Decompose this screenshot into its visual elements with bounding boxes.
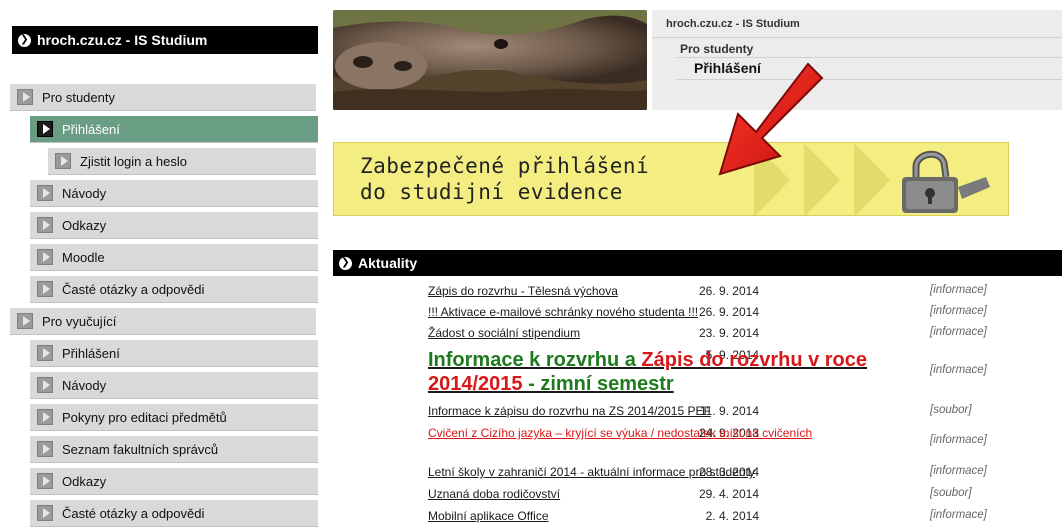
sidebar-item-label: Přihlášení xyxy=(62,345,120,361)
sidebar-item-faq-students[interactable]: Časté otázky a odpovědi xyxy=(30,276,318,303)
site-header: ❯ hroch.czu.cz - IS Studium xyxy=(12,26,318,54)
breadcrumb-site: hroch.czu.cz - IS Studium xyxy=(666,18,800,30)
sidebar-item-pro-studenty[interactable]: Pro studenty xyxy=(10,84,316,111)
expand-arrow-icon xyxy=(37,281,53,297)
news-type-link[interactable]: [informace] xyxy=(930,465,987,477)
sidebar-item-navody-teachers[interactable]: Návody xyxy=(30,372,318,399)
sidebar: ❯ hroch.czu.cz - IS Studium Pro studenty… xyxy=(0,0,326,528)
sidebar-item-seznam-spravcu[interactable]: Seznam fakultních správců xyxy=(30,436,318,463)
expand-arrow-icon xyxy=(37,441,53,457)
sidebar-item-label: Pro studenty xyxy=(42,89,115,105)
news-type-link[interactable]: [soubor] xyxy=(930,404,972,416)
sidebar-item-navody-students[interactable]: Návody xyxy=(30,180,318,207)
expand-arrow-icon xyxy=(37,249,53,265)
sidebar-item-zjistit-login[interactable]: Zjistit login a heslo xyxy=(48,148,316,175)
news-type-link[interactable]: [soubor] xyxy=(930,487,972,499)
sidebar-item-label: Návody xyxy=(62,377,107,393)
news-link[interactable]: !!! Aktivace e-mailové schránky nového s… xyxy=(428,305,888,319)
sidebar-item-prihlaseni-students[interactable]: Přihlášení xyxy=(30,116,318,143)
expand-arrow-icon xyxy=(55,153,71,169)
sidebar-item-pro-vyucujici[interactable]: Pro vyučující xyxy=(10,308,316,335)
news-type-link[interactable]: [informace] xyxy=(930,284,987,296)
sidebar-item-pokyny-editace[interactable]: Pokyny pro editaci předmětů xyxy=(30,404,318,431)
banner-text: Zabezpečené přihlášení do studijní evide… xyxy=(360,153,649,205)
expand-arrow-icon xyxy=(37,121,53,137)
expand-arrow-icon xyxy=(37,473,53,489)
expand-arrow-icon xyxy=(37,345,53,361)
bullet-arrow-icon: ❯ xyxy=(339,256,352,270)
hippo-photo xyxy=(333,10,647,110)
sidebar-item-label: Časté otázky a odpovědi xyxy=(62,281,205,297)
sidebar-item-odkazy-students[interactable]: Odkazy xyxy=(30,212,318,239)
news-link[interactable]: Letní školy v zahraničí 2014 - aktuální … xyxy=(428,465,888,479)
news-link[interactable]: Uznaná doba rodičovství xyxy=(428,487,888,501)
news-type-link[interactable]: [informace] xyxy=(930,305,987,317)
sidebar-item-label: Návody xyxy=(62,185,107,201)
news-type-link[interactable]: [informace] xyxy=(930,434,987,446)
sidebar-item-faq-teachers[interactable]: Časté otázky a odpovědi xyxy=(30,500,318,527)
expand-arrow-icon xyxy=(37,409,53,425)
sidebar-item-odkazy-teachers[interactable]: Odkazy xyxy=(30,468,318,495)
expand-arrow-icon xyxy=(37,505,53,521)
news-link[interactable]: Zápis do rozvrhu - Tělesná výchova xyxy=(428,284,888,298)
news-title: Aktuality xyxy=(358,255,418,271)
sidebar-item-label: Moodle xyxy=(62,249,105,265)
news-type-link[interactable]: [informace] xyxy=(930,509,987,521)
banner-line-1: Zabezpečené přihlášení xyxy=(360,154,650,178)
sidebar-item-label: Odkazy xyxy=(62,217,107,233)
chevron-decoration xyxy=(854,143,890,215)
sidebar-item-label: Časté otázky a odpovědi xyxy=(62,505,205,521)
news-title-part-1: Informace k rozvrhu a xyxy=(428,349,642,371)
sidebar-item-moodle[interactable]: Moodle xyxy=(30,244,318,271)
sidebar-item-prihlaseni-teachers[interactable]: Přihlášení xyxy=(30,340,318,367)
expand-arrow-icon xyxy=(37,217,53,233)
news-link[interactable]: Cvičení z Cizího jazyka – kryjící se výu… xyxy=(428,426,888,440)
news-type-link[interactable]: [informace] xyxy=(930,326,987,338)
padlock-icon xyxy=(902,150,990,213)
expand-arrow-icon xyxy=(37,185,53,201)
sidebar-item-label: Přihlášení xyxy=(62,121,120,137)
news-title-part-3: - zimní semestr xyxy=(522,373,674,395)
bullet-arrow-icon: ❯ xyxy=(18,33,31,47)
news-link-featured[interactable]: Informace k rozvrhu a Zápis do rozvrhu v… xyxy=(428,348,878,396)
sidebar-item-label: Pokyny pro editaci předmětů xyxy=(62,409,227,425)
breadcrumb-section[interactable]: Pro studenty xyxy=(680,42,753,56)
secure-login-banner[interactable]: Zabezpečené přihlášení do studijní evide… xyxy=(333,142,1009,216)
sidebar-item-label: Seznam fakultních správců xyxy=(62,441,219,457)
site-title: hroch.czu.cz - IS Studium xyxy=(37,32,208,48)
news-link[interactable]: Žádost o sociální stipendium xyxy=(428,326,888,340)
news-header: ❯ Aktuality xyxy=(333,250,1062,276)
red-arrow-icon xyxy=(718,62,824,176)
news-link[interactable]: Informace k zápisu do rozvrhu na ZS 2014… xyxy=(428,404,888,418)
divider xyxy=(652,37,1062,38)
expand-arrow-icon xyxy=(17,313,33,329)
news-link[interactable]: Mobilní aplikace Office xyxy=(428,509,888,523)
sidebar-item-label: Odkazy xyxy=(62,473,107,489)
banner-line-2: do studijní evidence xyxy=(360,180,623,204)
news-type-link[interactable]: [informace] xyxy=(930,364,987,376)
hippo-image xyxy=(333,10,647,110)
sidebar-item-label: Pro vyučující xyxy=(42,313,117,329)
expand-arrow-icon xyxy=(17,89,33,105)
sidebar-item-label: Zjistit login a heslo xyxy=(80,153,187,169)
expand-arrow-icon xyxy=(37,377,53,393)
